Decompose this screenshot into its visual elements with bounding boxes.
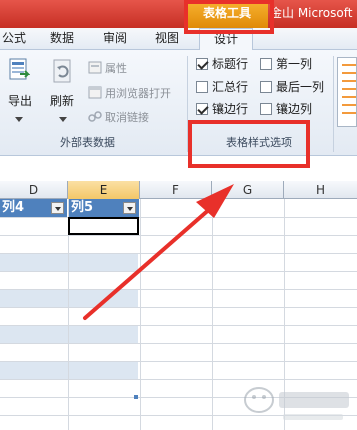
- grid-line: [0, 217, 357, 218]
- header-row-label: 标题行: [212, 57, 249, 71]
- option-banded-columns[interactable]: 镶边列: [260, 102, 332, 118]
- grid-line: [0, 271, 357, 272]
- column-header-f[interactable]: F: [140, 181, 212, 199]
- table-band-row: [0, 253, 138, 271]
- open-in-browser-button[interactable]: 用浏览器打开: [105, 85, 171, 101]
- last-column-label: 最后一列: [276, 80, 325, 94]
- annotation-box-table-tools: [184, 0, 274, 34]
- tab-review[interactable]: 审阅: [103, 28, 127, 50]
- first-column-label: 第一列: [276, 57, 313, 71]
- option-header-row[interactable]: 标题行: [196, 57, 256, 73]
- refresh-icon: [51, 58, 75, 89]
- tab-data[interactable]: 数据: [50, 28, 74, 50]
- column-header-d[interactable]: D: [0, 181, 68, 199]
- gallery-style-swatch: [342, 72, 356, 74]
- option-first-column[interactable]: 第一列: [260, 57, 332, 73]
- grid-line: [0, 361, 357, 362]
- unlink-icon: [88, 110, 102, 126]
- title-bar: 表格工具 金山 Microsoft: [0, 0, 357, 28]
- last-column-checkbox[interactable]: [260, 81, 272, 93]
- grid-line: [140, 199, 141, 430]
- table-band-row: [0, 361, 138, 379]
- active-cell-e2[interactable]: [68, 217, 139, 235]
- column-header-g[interactable]: G: [212, 181, 284, 199]
- export-button[interactable]: 导出: [8, 92, 32, 109]
- grid-line: [0, 343, 357, 344]
- grid-line: [0, 307, 357, 308]
- gallery-style-swatch: [342, 112, 356, 114]
- unlink-button[interactable]: 取消链接: [105, 109, 149, 125]
- annotation-box-style-options: [188, 120, 310, 168]
- banded-rows-label: 镶边行: [212, 102, 249, 116]
- export-icon: [8, 58, 31, 87]
- app-title: 金山 Microsoft: [270, 6, 353, 20]
- refresh-dropdown-icon[interactable]: [59, 112, 67, 126]
- banded-columns-label: 镶边列: [276, 102, 313, 116]
- tab-view[interactable]: 视图: [155, 28, 179, 50]
- table-band-row: [0, 289, 138, 307]
- option-last-column[interactable]: 最后一列: [260, 80, 332, 96]
- total-row-checkbox[interactable]: [196, 81, 208, 93]
- gallery-style-swatch: [342, 64, 356, 66]
- column-header-row: D E F G H: [0, 181, 357, 199]
- gallery-style-swatch: [342, 88, 356, 90]
- watermark-logo: [244, 387, 349, 420]
- table-band-row: [0, 325, 138, 343]
- gallery-style-swatch: [342, 80, 356, 82]
- refresh-button[interactable]: 刷新: [50, 92, 74, 109]
- filter-dropdown-button[interactable]: [51, 202, 64, 214]
- open-in-browser-icon: [88, 86, 102, 102]
- table-styles-gallery[interactable]: [337, 57, 357, 127]
- gallery-style-swatch: [342, 104, 356, 106]
- ribbon-tab-row: 公式 数据 审阅 视图 设计: [0, 28, 357, 51]
- gallery-style-swatch: [342, 96, 356, 98]
- column-header-e[interactable]: E: [68, 181, 140, 199]
- group-separator: [333, 56, 334, 152]
- banded-columns-checkbox[interactable]: [260, 103, 272, 115]
- properties-button[interactable]: 属性: [105, 60, 127, 76]
- external-table-data-group-label: 外部表数据: [60, 136, 115, 149]
- total-row-label: 汇总行: [212, 80, 249, 94]
- banded-rows-checkbox[interactable]: [196, 103, 208, 115]
- column-header-h[interactable]: H: [284, 181, 357, 199]
- option-total-row[interactable]: 汇总行: [196, 80, 256, 96]
- filter-dropdown-button[interactable]: [123, 202, 136, 214]
- grid-line: [0, 289, 357, 290]
- grid-line: [0, 235, 357, 236]
- grid-line: [0, 325, 357, 326]
- first-column-checkbox[interactable]: [260, 58, 272, 70]
- tab-formulas[interactable]: 公式: [2, 28, 26, 50]
- grid-line: [0, 253, 357, 254]
- table-resize-handle[interactable]: [134, 395, 138, 399]
- export-dropdown-icon[interactable]: [15, 112, 23, 126]
- header-row-checkbox[interactable]: [196, 58, 208, 70]
- properties-icon: [88, 61, 102, 77]
- option-banded-rows[interactable]: 镶边行: [196, 102, 256, 118]
- grid-line: [212, 199, 213, 430]
